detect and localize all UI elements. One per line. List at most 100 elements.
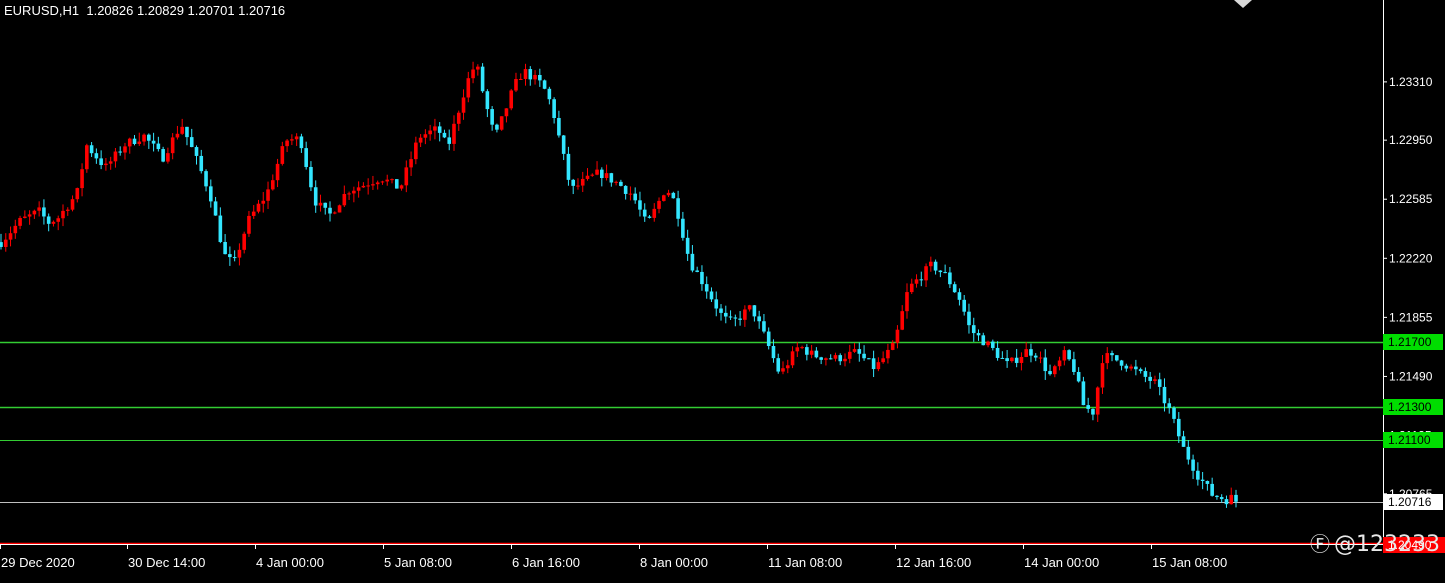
candle-body [1081, 381, 1086, 406]
price-tick-label: 1.21855 [1389, 310, 1433, 324]
candle-body [647, 216, 652, 218]
candle-body [1219, 497, 1224, 500]
candle-body [752, 305, 757, 317]
candle-body [809, 350, 814, 355]
candle-body [1234, 494, 1238, 502]
candle-body [1229, 494, 1234, 505]
candle-body [1091, 408, 1095, 415]
candle-body [366, 185, 370, 187]
candle-body [294, 136, 299, 140]
candle-body [657, 200, 661, 209]
price-tick-label: 1.22585 [1389, 192, 1433, 206]
candle-body [99, 158, 103, 166]
candle-body [814, 350, 819, 358]
candle-body [1014, 357, 1019, 363]
candle-body [790, 351, 795, 366]
candle-body [552, 99, 556, 119]
candle-body [666, 192, 671, 196]
candle-body [795, 347, 800, 352]
level-price-label: 1.21700 [1388, 335, 1432, 349]
candle-body [571, 179, 576, 186]
candle-body [94, 153, 99, 159]
candle-body [390, 179, 394, 181]
candle-body [919, 279, 924, 281]
candle-body [147, 134, 151, 141]
candle-body [1029, 349, 1033, 356]
candle-body [270, 180, 275, 190]
candle-body [971, 325, 976, 334]
candle-body [46, 216, 51, 224]
candle-body [719, 308, 723, 313]
candle-body [170, 137, 175, 154]
candle-body [723, 312, 728, 317]
time-tick-label: 8 Jan 00:00 [640, 555, 708, 570]
candle-body [3, 239, 8, 247]
candle-body [805, 347, 809, 355]
candle-body [1186, 446, 1191, 460]
candle-body [495, 124, 499, 130]
candle-body [533, 74, 537, 80]
candle-body [757, 316, 761, 322]
candle-body [585, 175, 590, 179]
candle-body [843, 358, 847, 362]
candle-body [743, 309, 747, 320]
candle-body [628, 193, 633, 195]
candle-body [13, 225, 18, 234]
candle-body [80, 169, 84, 189]
candle-body [1110, 353, 1114, 356]
candle-body [1000, 357, 1005, 359]
candle-body [437, 126, 442, 133]
candle-body [709, 291, 714, 300]
candle-body [61, 210, 65, 219]
candle-body [161, 149, 165, 162]
candle-body [1172, 407, 1176, 419]
candle-body [447, 137, 452, 144]
candle-body [299, 136, 304, 149]
candle-body [685, 237, 690, 254]
chart-window[interactable]: 1.23310 1.22950 1.22585 1.22220 1.21855 1.214… [0, 0, 1445, 578]
candle-body [1053, 366, 1057, 375]
candle-body [895, 329, 900, 343]
candle-body [409, 159, 413, 168]
candle-body [108, 161, 113, 164]
candle-body [952, 284, 957, 293]
candle-body [690, 253, 695, 271]
candle-body [232, 257, 237, 259]
candle-body [514, 79, 518, 91]
candle-body [342, 193, 347, 206]
candle-body [461, 97, 466, 113]
candle-body [704, 284, 709, 292]
candle-body [471, 69, 475, 79]
candle-body [1019, 356, 1024, 363]
candle-body [375, 182, 380, 185]
candle-body [661, 195, 666, 201]
candlestick-chart[interactable]: 1.23310 1.22950 1.22585 1.22220 1.21855 1.214… [0, 0, 1445, 578]
candle-body [557, 118, 561, 136]
candle-body [819, 357, 823, 360]
candle-body [166, 153, 170, 162]
candle-body [676, 198, 680, 219]
candle-body [380, 181, 385, 183]
candle-body [242, 233, 246, 250]
candle-body [309, 166, 313, 188]
candle-body [838, 355, 843, 362]
candle-body [642, 209, 647, 217]
candle-body [70, 199, 75, 210]
price-tick-label: 1.23310 [1389, 75, 1433, 89]
candle-body [318, 202, 323, 206]
candle-body [857, 349, 862, 354]
candle-body [75, 188, 80, 200]
candle-body [266, 189, 270, 201]
candle [394, 179, 399, 189]
candle-body [776, 358, 781, 372]
candle-body [900, 311, 905, 330]
candle-body [1196, 470, 1200, 480]
candle-body [118, 151, 123, 153]
time-tick-label: 14 Jan 00:00 [1024, 555, 1099, 570]
candle-body [967, 311, 971, 326]
shift-marker-icon[interactable] [1234, 0, 1252, 8]
candle-body [1181, 436, 1186, 447]
candle-body [228, 254, 232, 258]
candle-body [32, 210, 37, 215]
candle-body [1105, 353, 1110, 364]
